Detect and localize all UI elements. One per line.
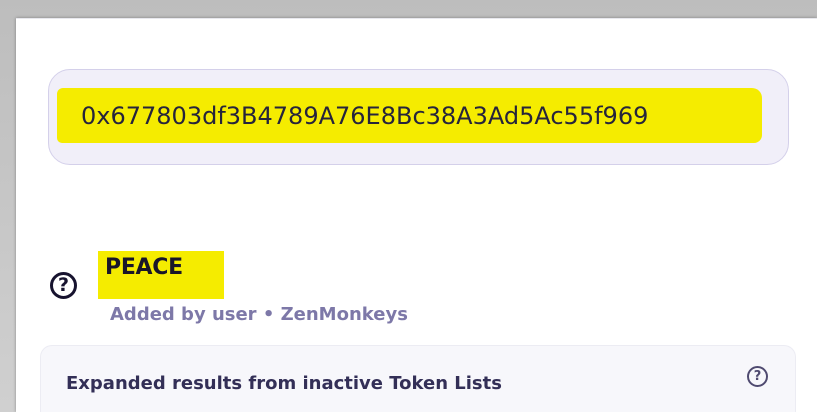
question-circle-icon[interactable]: ?	[747, 366, 768, 387]
token-symbol: PEACE	[105, 255, 183, 280]
expanded-results-title: Expanded results from inactive Token Lis…	[66, 373, 502, 394]
screenshot-frame: ? PEACE Added by user • ZenMonkeys Expan…	[0, 0, 817, 412]
token-address-input[interactable]	[81, 96, 771, 136]
panel-divider	[16, 18, 817, 19]
expanded-results-card[interactable]: Expanded results from inactive Token Lis…	[40, 345, 796, 412]
token-search-field[interactable]	[48, 69, 789, 165]
token-search-panel: ? PEACE Added by user • ZenMonkeys Expan…	[16, 18, 817, 412]
token-source-label: Added by user • ZenMonkeys	[110, 304, 408, 325]
token-result-row[interactable]: ? PEACE Added by user • ZenMonkeys	[46, 233, 546, 325]
question-circle-icon: ?	[50, 272, 77, 299]
